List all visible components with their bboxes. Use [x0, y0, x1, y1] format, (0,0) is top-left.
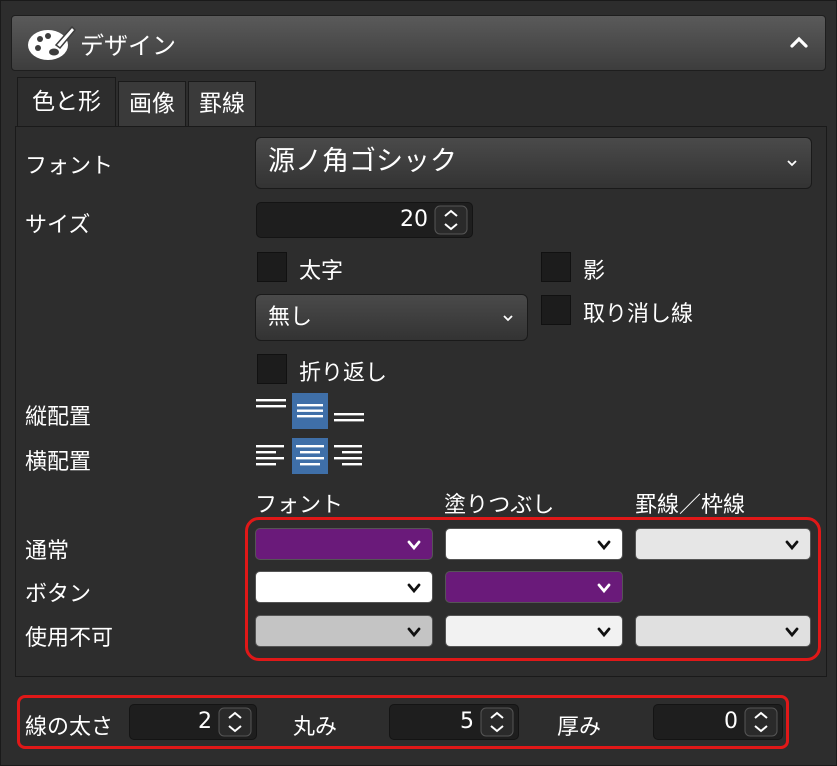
row-label-disabled: 使用不可 — [25, 626, 114, 651]
size-label: サイズ — [25, 213, 91, 238]
horizontal-align-label: 横配置 — [25, 450, 92, 475]
row-label-normal: 通常 — [25, 539, 70, 564]
align-top-icon[interactable] — [253, 393, 289, 429]
chevron-up-icon[interactable] — [787, 30, 811, 54]
strikethrough-checkbox[interactable] — [541, 295, 571, 325]
tab-color-shape[interactable]: 色と形 — [17, 77, 116, 127]
color-highlight-box — [245, 517, 821, 661]
align-bottom-icon[interactable] — [331, 393, 367, 429]
tab-border[interactable]: 罫線 — [188, 81, 256, 127]
font-select[interactable]: 源ノ角ゴシック — [255, 137, 812, 189]
underline-select[interactable]: 無し — [255, 294, 528, 341]
vertical-align-label: 縦配置 — [25, 405, 92, 430]
panel-title: デザイン — [80, 31, 176, 60]
size-value: 20 — [400, 207, 428, 232]
tab-image[interactable]: 画像 — [118, 81, 186, 127]
underline-select-value: 無し — [268, 305, 313, 330]
design-panel: デザイン 色と形 画像 罫線 フォント 源ノ角ゴシック サイズ 20 太字 影 … — [0, 0, 837, 766]
wrap-checkbox[interactable] — [257, 354, 287, 384]
shadow-checkbox[interactable] — [541, 252, 571, 282]
align-middle-icon[interactable] — [292, 393, 328, 429]
tab-bar: 色と形 画像 罫線 — [17, 77, 258, 127]
shadow-label: 影 — [583, 259, 606, 284]
bottom-highlight-box — [17, 695, 789, 749]
palette-icon — [28, 25, 76, 60]
font-label: フォント — [25, 154, 114, 179]
wrap-label: 折り返し — [299, 361, 388, 386]
column-header-fill: 塗りつぶし — [444, 493, 555, 518]
column-header-font: フォント — [255, 493, 344, 518]
bold-checkbox[interactable] — [257, 252, 287, 282]
chevron-down-icon — [503, 314, 513, 321]
align-center-icon[interactable] — [292, 438, 328, 474]
font-select-value: 源ノ角ゴシック — [268, 146, 457, 177]
strikethrough-label: 取り消し線 — [583, 302, 694, 327]
column-header-border: 罫線／枠線 — [635, 493, 746, 518]
panel-header[interactable]: デザイン — [11, 15, 826, 71]
spinner-arrows-icon[interactable] — [434, 205, 468, 235]
bold-label: 太字 — [299, 259, 344, 284]
row-label-button: ボタン — [25, 582, 92, 607]
chevron-down-icon — [787, 160, 797, 167]
align-left-icon[interactable] — [253, 438, 289, 474]
align-right-icon[interactable] — [331, 438, 367, 474]
size-spinner[interactable]: 20 — [256, 202, 473, 238]
